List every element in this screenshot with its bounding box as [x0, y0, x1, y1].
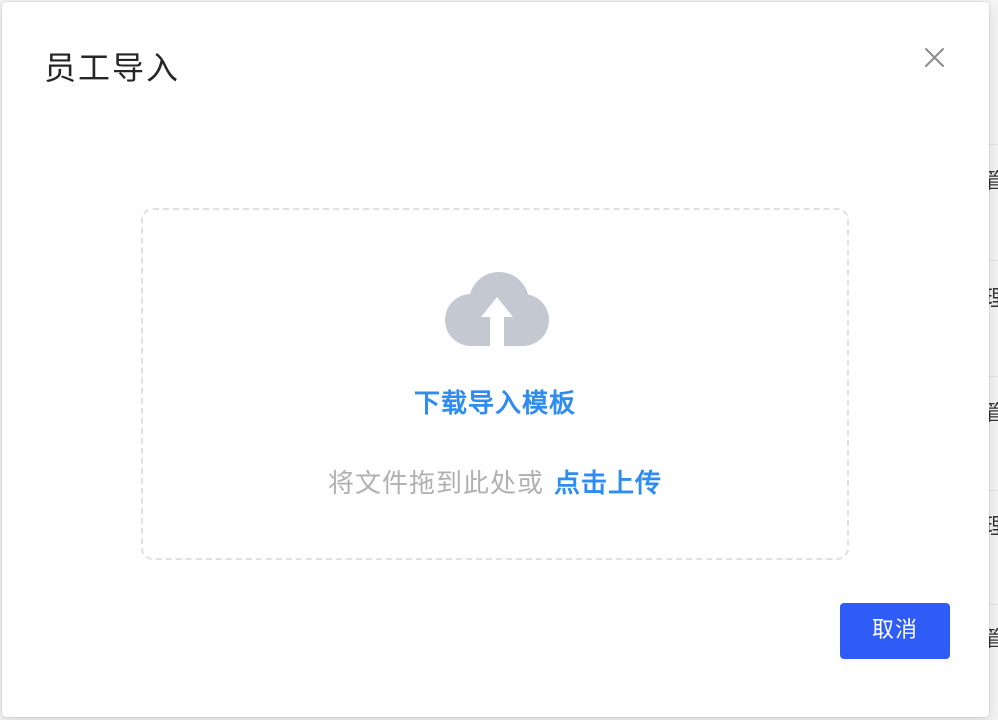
dialog-title: 员工导入: [44, 49, 181, 87]
upload-hint: 将文件拖到此处或 点击上传: [143, 466, 847, 502]
click-upload-link[interactable]: 点击上传: [554, 469, 662, 499]
file-dropzone[interactable]: 下载导入模板 将文件拖到此处或 点击上传: [141, 208, 849, 560]
cancel-button[interactable]: 取消: [840, 603, 950, 659]
download-template-link[interactable]: 下载导入模板: [143, 386, 847, 422]
cloud-upload-icon: [443, 268, 551, 354]
employee-import-dialog: 员工导入 下载导入模板 将文件拖到此处或 点击上传 取消: [2, 2, 989, 717]
close-icon: [925, 48, 944, 67]
close-button[interactable]: [918, 42, 950, 74]
drag-hint-text: 将文件拖到此处或: [327, 469, 544, 499]
